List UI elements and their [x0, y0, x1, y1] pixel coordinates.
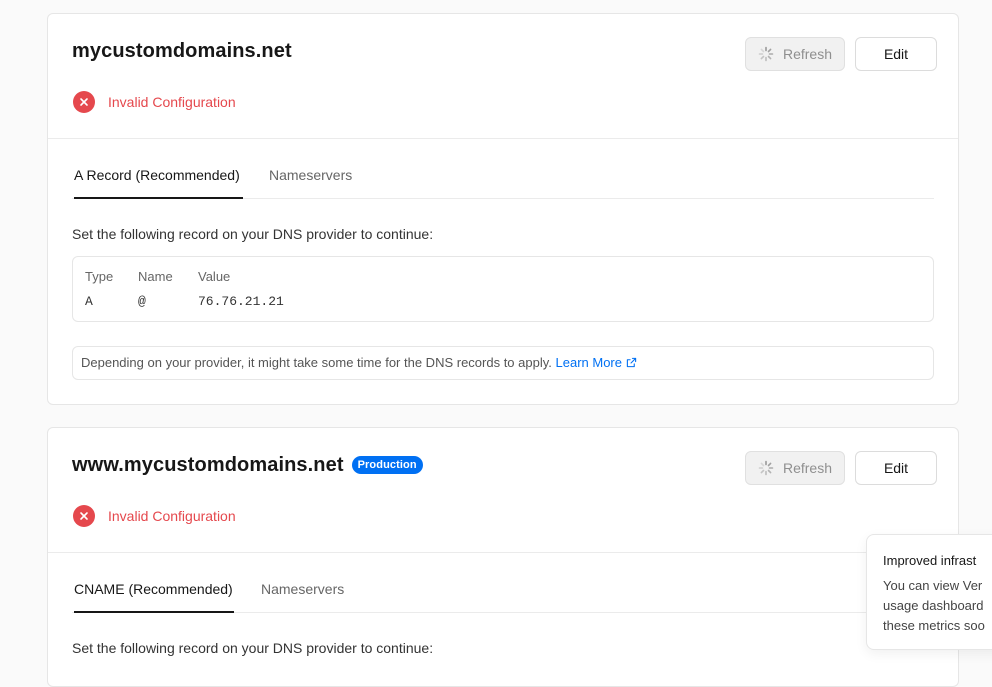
status-indicator: Invalid Configuration [73, 505, 236, 527]
error-x-icon [73, 91, 95, 113]
column-header-value: Value [198, 269, 231, 284]
edit-button[interactable]: Edit [855, 451, 937, 485]
toast-line: usage dashboard [883, 598, 984, 613]
record-tabs: A Record (Recommended) Nameservers [72, 164, 934, 199]
dns-record-table: Type Name Value A @ 76.76.21.21 [72, 256, 934, 322]
record-value: 76.76.21.21 [198, 294, 284, 309]
learn-more-link[interactable]: Learn More [556, 355, 637, 370]
edit-button[interactable]: Edit [855, 37, 937, 71]
toast-title: Improved infrast [883, 553, 977, 568]
domain-card: mycustomdomains.net Refresh Edit Invalid… [47, 13, 959, 405]
divider [48, 552, 958, 553]
record-tabs: CNAME (Recommended) Nameservers [72, 578, 934, 613]
toast-line: You can view Ver [883, 578, 983, 593]
toast-body: You can view Ver usage dashboard these m… [883, 576, 992, 636]
tab-a-record[interactable]: A Record (Recommended) [74, 164, 243, 199]
production-badge: Production [351, 456, 423, 474]
instruction-text: Set the following record on your DNS pro… [72, 640, 434, 656]
status-indicator: Invalid Configuration [73, 91, 236, 113]
tab-nameservers[interactable]: Nameservers [269, 164, 352, 198]
refresh-button[interactable]: Refresh [745, 37, 845, 71]
divider [48, 138, 958, 139]
notification-toast[interactable]: Improved infrast You can view Ver usage … [866, 534, 992, 650]
spinner-icon [758, 460, 774, 476]
status-text: Invalid Configuration [108, 508, 236, 524]
record-name: @ [138, 294, 146, 309]
domain-name: mycustomdomains.net [72, 40, 292, 62]
record-type: A [85, 294, 93, 309]
propagation-note: Depending on your provider, it might tak… [72, 346, 934, 380]
instruction-text: Set the following record on your DNS pro… [72, 226, 434, 242]
external-link-icon [626, 357, 637, 368]
error-x-icon [73, 505, 95, 527]
refresh-button[interactable]: Refresh [745, 451, 845, 485]
refresh-label: Refresh [782, 460, 833, 476]
note-text: Depending on your provider, it might tak… [81, 355, 552, 370]
toast-line: these metrics soo [883, 618, 985, 633]
column-header-type: Type [85, 269, 114, 284]
tab-cname-record[interactable]: CNAME (Recommended) [74, 578, 234, 613]
column-header-name: Name [138, 269, 173, 284]
domain-card: www.mycustomdomains.net Production Refres… [47, 427, 959, 687]
refresh-label: Refresh [782, 46, 833, 62]
status-text: Invalid Configuration [108, 94, 236, 110]
tab-nameservers[interactable]: Nameservers [261, 578, 344, 612]
spinner-icon [758, 46, 774, 62]
domain-name: www.mycustomdomains.net Production [72, 454, 423, 477]
